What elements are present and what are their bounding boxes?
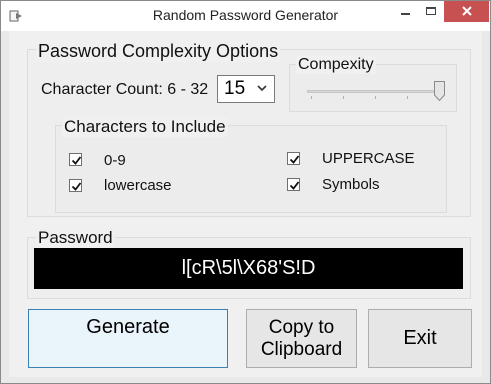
- password-display: l[cR\5l\X68'S!D: [34, 248, 463, 289]
- password-group-title: Password: [36, 228, 115, 248]
- lowercase-checkbox[interactable]: [69, 179, 82, 192]
- slider-tick: [311, 96, 312, 99]
- copy-button-line1: Copy to: [268, 317, 335, 338]
- complexity-slider-track[interactable]: [307, 90, 445, 93]
- check-icon: [289, 155, 300, 164]
- generate-button-label: Generate: [86, 316, 170, 338]
- check-icon: [71, 182, 82, 191]
- char-count-label: Character Count: 6 - 32: [41, 81, 209, 98]
- characters-include-group: [55, 125, 447, 213]
- symbols-label: Symbols: [322, 176, 380, 193]
- minimize-icon: [401, 13, 410, 15]
- exit-button-label: Exit: [403, 327, 437, 349]
- slider-tick: [407, 96, 408, 99]
- symbols-checkbox[interactable]: [287, 178, 300, 191]
- check-icon: [289, 181, 300, 190]
- digits-checkbox[interactable]: [69, 153, 82, 166]
- exit-button[interactable]: Exit: [368, 309, 472, 368]
- check-icon: [71, 156, 82, 165]
- complexity-label: Compexity: [296, 56, 376, 74]
- slider-tick: [343, 96, 344, 99]
- copy-to-clipboard-button[interactable]: Copy to Clipboard: [246, 309, 357, 368]
- uppercase-label: UPPERCASE: [322, 150, 415, 167]
- app-window: Random Password Generator Password Compl…: [0, 0, 491, 384]
- client-area: Password Complexity Options Character Co…: [9, 31, 482, 377]
- slider-tick: [375, 96, 376, 99]
- close-icon: [461, 6, 472, 16]
- generate-button[interactable]: Generate: [28, 309, 228, 368]
- characters-include-title: Characters to Include: [62, 117, 228, 137]
- title-bar[interactable]: Random Password Generator: [1, 1, 490, 31]
- char-count-value: 15: [224, 78, 246, 99]
- maximize-button[interactable]: [418, 1, 444, 22]
- chevron-down-icon: [257, 85, 267, 92]
- complexity-options-title: Password Complexity Options: [36, 41, 281, 62]
- lowercase-label: lowercase: [104, 177, 172, 194]
- minimize-button[interactable]: [393, 1, 418, 22]
- digits-label: 0-9: [104, 152, 126, 169]
- uppercase-checkbox[interactable]: [287, 152, 300, 165]
- maximize-icon: [426, 7, 436, 15]
- complexity-slider-thumb[interactable]: [434, 81, 445, 101]
- close-button[interactable]: [444, 1, 489, 22]
- copy-button-line2: Clipboard: [260, 339, 343, 360]
- char-count-select[interactable]: 15: [217, 75, 275, 103]
